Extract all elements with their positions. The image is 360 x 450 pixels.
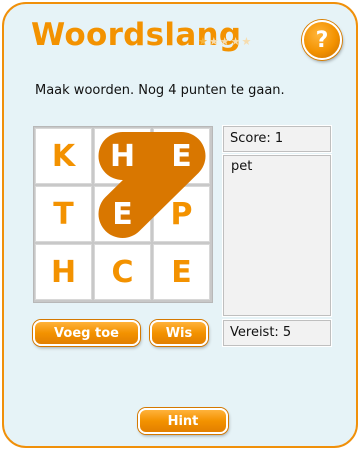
letter-board: KHETEPHCE <box>33 126 213 303</box>
board-letter: E <box>171 254 192 290</box>
game-window: Woordslang ★★★★★ ? Maak woorden. Nog 4 p… <box>2 2 358 448</box>
instruction-text: Maak woorden. Nog 4 punten te gaan. <box>35 83 285 98</box>
required-display: Vereist: 5 <box>222 319 332 347</box>
board-letter: E <box>171 138 192 174</box>
star-rating: ★★★★★ <box>198 35 252 48</box>
star-icon: ★ <box>198 35 209 48</box>
board-letter: E <box>112 196 133 232</box>
board-letter: P <box>170 196 193 232</box>
board-letter: K <box>51 138 76 174</box>
star-icon: ★ <box>208 35 220 48</box>
board-letter: H <box>50 254 77 290</box>
found-word: pet <box>231 159 253 174</box>
clear-button[interactable]: Wis <box>150 320 208 346</box>
board-letter: T <box>53 196 74 232</box>
add-word-button[interactable]: Voeg toe <box>33 320 140 346</box>
board-letter: H <box>109 138 136 174</box>
score-display: Score: 1 <box>222 125 332 153</box>
star-icon: ★ <box>219 35 231 48</box>
help-button[interactable]: ? <box>302 20 342 60</box>
star-icon: ★ <box>230 35 242 48</box>
found-words-list[interactable]: pet <box>222 154 332 317</box>
star-icon: ★ <box>241 35 253 48</box>
board-letter: C <box>111 254 134 290</box>
hint-button[interactable]: Hint <box>138 408 228 434</box>
